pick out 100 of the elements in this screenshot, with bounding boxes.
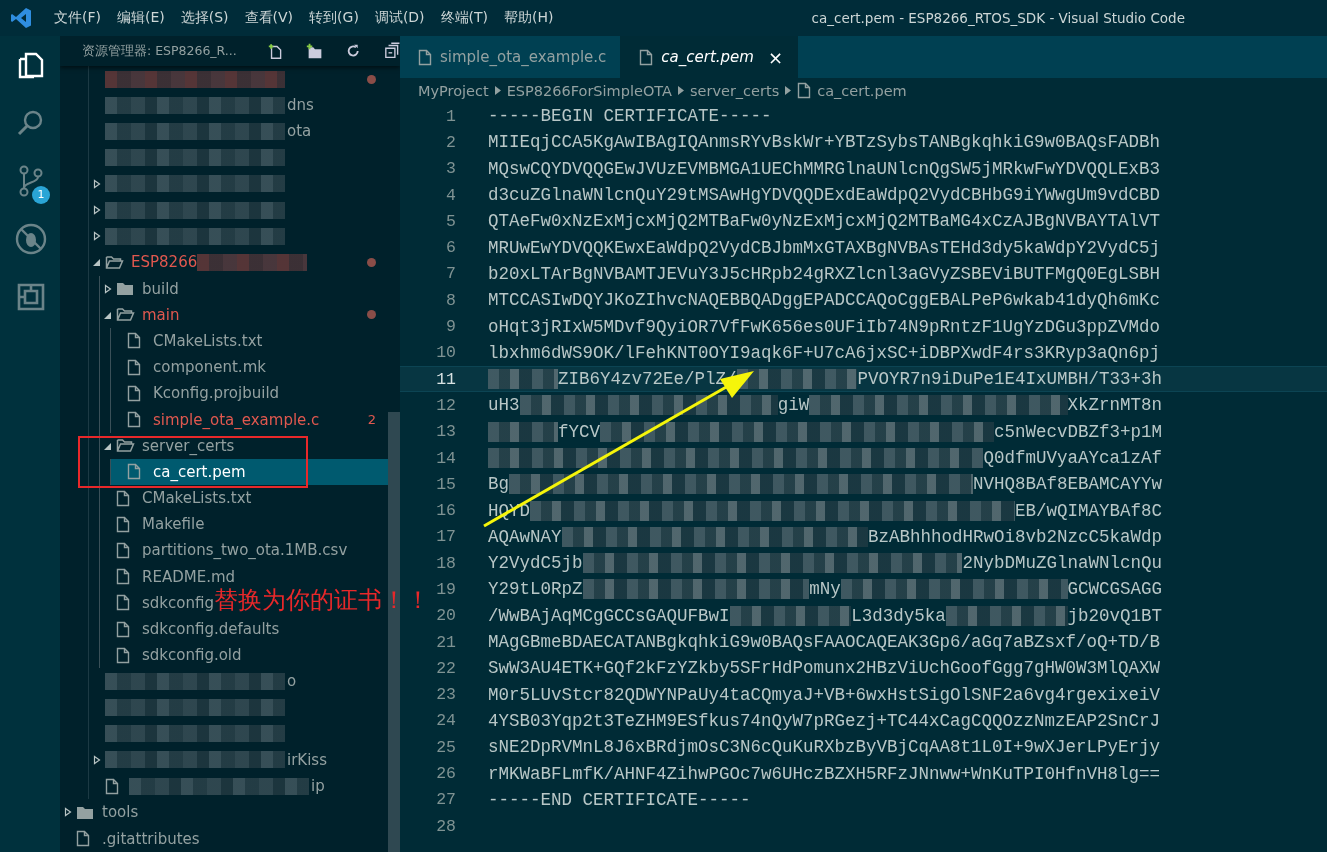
chevron-icon (677, 86, 684, 95)
line-number: 15 (435, 474, 456, 494)
code-text: b20xLTArBgNVBAMTJEVuY3J5cHRpb24gRXZlcnl3aGVyZSBEViBUTFMgQ0EgLSBH (488, 263, 1161, 284)
menu-item[interactable]: 文件(F) (46, 9, 109, 27)
code-text: 2NybDMuZGlnaWNlcnQu (962, 553, 1162, 574)
code-text: MQswCQYDVQQGEwJVUzEVMBMGA1UEChMMRGlnaUNlcnQgSW5jMRkwFwYDVQQLExB3 (488, 158, 1161, 179)
file-icon (116, 489, 130, 507)
code-text: jb20vQ1BT (1067, 605, 1162, 626)
tree-item[interactable]: tools (60, 799, 151, 826)
line-number: 24 (435, 711, 456, 731)
file-name: Makefile (142, 515, 205, 534)
line-number: 18 (435, 553, 456, 573)
chevron-icon (494, 86, 501, 95)
scrollbar-thumb[interactable] (388, 412, 400, 852)
line-number: 7 (445, 264, 456, 284)
code-text: uH3 (488, 395, 520, 416)
menu-item[interactable]: 帮助(H) (496, 9, 562, 27)
code-text: mNy (809, 579, 841, 600)
tree-item[interactable]: irKiss (89, 746, 339, 774)
menu-item[interactable]: 编辑(E) (109, 9, 173, 27)
line-number: 13 (435, 422, 456, 442)
collapsed-caret-icon[interactable] (92, 205, 102, 216)
expanded-caret-icon[interactable] (92, 257, 102, 268)
collapsed-caret-icon[interactable] (92, 754, 102, 765)
tree-item[interactable]: dns (89, 92, 326, 119)
files-icon[interactable] (17, 50, 45, 80)
close-icon[interactable]: × (767, 46, 784, 68)
tree-item[interactable]: o (89, 668, 309, 695)
tree-item[interactable]: ESP8266 (89, 249, 388, 276)
tree-item[interactable]: ca_cert.pem (111, 458, 388, 485)
file-icon (127, 358, 141, 376)
collapse-all-icon[interactable] (383, 42, 400, 60)
collapsed-caret-icon[interactable] (92, 178, 102, 189)
breadcrumb-item[interactable]: ESP8266ForSimpleOTA (506, 82, 672, 99)
menu-item[interactable]: 调试(D) (366, 9, 433, 27)
file-icon (127, 411, 141, 429)
tree-item[interactable]: CMakeLists.txt (100, 485, 264, 512)
code-text: MAgGBmeBDAECATANBgkqhkiG9w0BAQsFAAOCAQEAK3Gp6/aGq7aBZsxf/oQ+TD/B (488, 632, 1161, 653)
line-number: 6 (445, 238, 456, 258)
line-number: 26 (435, 764, 456, 784)
file-name: ca_cert.pem (153, 462, 246, 481)
code-text: -----BEGIN CERTIFICATE----- (488, 106, 772, 127)
menu-item[interactable]: 查看(V) (236, 9, 302, 27)
file-name: o (287, 672, 297, 691)
line-number: 19 (435, 580, 456, 599)
line-number: 11 (435, 369, 456, 389)
code-text: /WwBAjAqMCgGCCsGAQUFBwI (488, 605, 730, 626)
menu-item[interactable]: 终端(T) (432, 9, 497, 27)
tree-item[interactable]: component.mk (111, 354, 278, 381)
code-text: L3d3dy5ka (851, 605, 946, 626)
tree-item[interactable]: build (100, 275, 191, 302)
tree-item[interactable]: Makefile (100, 511, 217, 538)
line-number: 8 (445, 290, 456, 310)
vscode-logo-icon (10, 7, 32, 29)
tree-item[interactable]: CMakeLists.txt (111, 327, 275, 355)
code-text: MTCCASIwDQYJKoZIhvcNAQEBBQADggEPADCCAQoCggEBALPeP6wkab41dyQh6mKc (488, 290, 1161, 311)
breadcrumb-item[interactable]: MyProject (418, 82, 489, 99)
file-name: build (142, 279, 179, 298)
menu-item[interactable]: 转到(G) (301, 9, 367, 27)
code-text: Y2VydC5jb (488, 553, 583, 574)
file-name: simple_ota_example.c (153, 410, 320, 429)
tree-item[interactable]: simple_ota_example.c 2 (111, 406, 388, 433)
code-text: EB/wQIMAYBAf8C (1014, 500, 1162, 521)
tree-item[interactable]: Kconfig.projbuild (111, 380, 292, 407)
file-icon (797, 82, 812, 99)
explorer-title: 资源管理器: ESP8266_R... (82, 42, 237, 60)
folder-icon (105, 254, 124, 270)
code-text: fYCV (558, 421, 600, 442)
code-text: 4YSB03Yqp2t3TeZHM9ESfkus74nQyW7pRGezj+TC44xCagCQQOzzNmzEAP2SnCrJ (488, 710, 1161, 731)
file-name: CMakeLists.txt (153, 331, 263, 350)
file-name: sdkconfig.old (142, 646, 242, 665)
pixelated-blur (488, 369, 558, 390)
menu-item[interactable]: 选择(S) (172, 9, 237, 27)
tree-item[interactable]: server_certs (100, 432, 247, 459)
file-icon (127, 463, 141, 481)
tree-item[interactable]: .gitattributes (60, 825, 212, 852)
file-name: irKiss (287, 750, 327, 769)
line-number: 22 (435, 658, 456, 678)
line-number: 10 (435, 343, 456, 363)
tree-item[interactable]: main (100, 301, 388, 328)
file-icon (105, 777, 119, 795)
collapsed-caret-icon[interactable] (103, 283, 113, 294)
debug-icon[interactable] (14, 222, 48, 256)
tree-item[interactable]: ip (89, 773, 337, 800)
editor-tab[interactable]: ca_cert.pem × (621, 36, 799, 78)
collapsed-caret-icon[interactable] (63, 807, 73, 818)
line-number: 21 (435, 632, 456, 652)
breadcrumb-item[interactable]: server_certs (689, 82, 780, 99)
breadcrumb-item[interactable]: ca_cert.pem (817, 82, 907, 99)
tree-item[interactable]: ota (89, 118, 324, 145)
new-folder-icon[interactable] (305, 42, 324, 60)
line-number: 12 (435, 395, 456, 415)
tree-item[interactable]: sdkconfig.old (100, 642, 254, 669)
line-number: 2 (445, 132, 456, 152)
new-file-icon[interactable] (266, 42, 284, 60)
tree-item[interactable]: partitions_two_ota.1MB.csv (100, 537, 360, 564)
tree-item[interactable]: sdkconfig.defaults (100, 615, 292, 643)
collapsed-caret-icon[interactable] (92, 231, 102, 242)
extensions-icon[interactable] (16, 282, 46, 312)
code-text: giW (777, 395, 810, 416)
